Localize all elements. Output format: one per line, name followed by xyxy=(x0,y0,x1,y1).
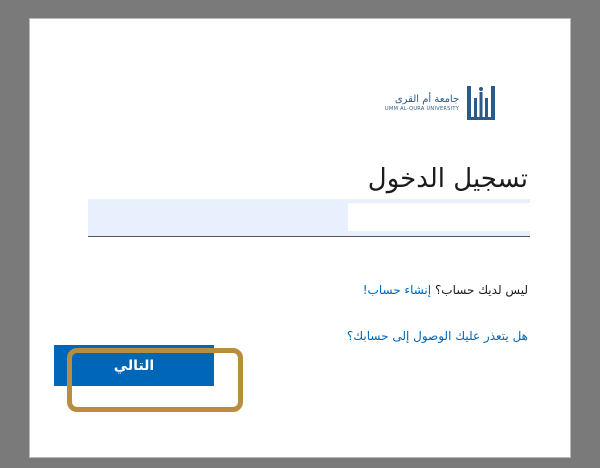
signin-card: جامعة أم القرى UMM AL-QURA UNIVERSITY تس… xyxy=(29,18,571,458)
page-title: تسجيل الدخول xyxy=(367,164,528,194)
cant-access-row: هل يتعذر عليك الوصول إلى حسابك؟ xyxy=(347,329,528,343)
university-emblem-icon xyxy=(467,86,496,120)
cant-access-link[interactable]: هل يتعذر عليك الوصول إلى حسابك؟ xyxy=(347,329,528,343)
no-account-prompt: ليس لديك حساب؟ إنشاء حساب! xyxy=(363,283,528,297)
logo-text: جامعة أم القرى UMM AL-QURA UNIVERSITY xyxy=(385,94,459,113)
next-button[interactable]: التالي xyxy=(54,345,214,386)
no-account-text: ليس لديك حساب؟ xyxy=(434,283,528,297)
logo-arabic-name: جامعة أم القرى xyxy=(394,93,460,105)
logo-english-name: UMM AL-QURA UNIVERSITY xyxy=(385,105,460,112)
create-account-link[interactable]: إنشاء حساب! xyxy=(363,283,431,297)
university-logo: جامعة أم القرى UMM AL-QURA UNIVERSITY xyxy=(385,81,530,125)
email-input[interactable] xyxy=(348,203,530,231)
email-field[interactable] xyxy=(88,199,530,237)
